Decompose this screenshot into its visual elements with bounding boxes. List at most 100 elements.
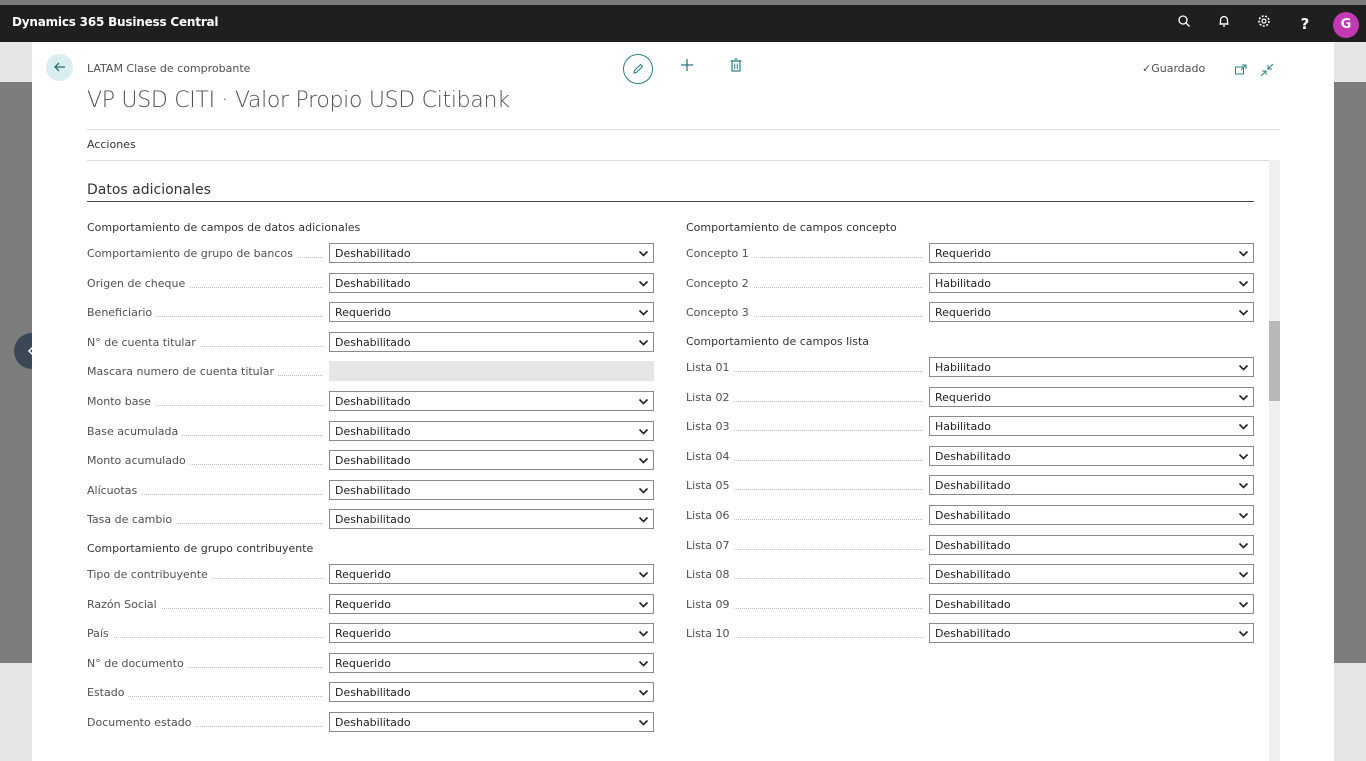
section-title[interactable]: Datos adicionales	[87, 182, 211, 198]
back-arrow-icon[interactable]	[46, 54, 73, 81]
field-row: País Requerido	[87, 623, 654, 645]
field-select[interactable]: Deshabilitado	[929, 564, 1254, 587]
field-label: Lista 06	[686, 505, 923, 527]
chevron-down-icon	[638, 274, 649, 296]
new-plus-icon[interactable]	[679, 56, 695, 80]
select-value: Requerido	[335, 597, 391, 611]
field-label: Razón Social	[87, 594, 323, 616]
field-select[interactable]: Deshabilitado	[929, 623, 1254, 644]
select-value: Deshabilitado	[335, 716, 411, 729]
field-select[interactable]: Deshabilitado	[329, 682, 654, 703]
field-select[interactable]: Requerido	[929, 243, 1254, 263]
field-select[interactable]: Deshabilitado	[929, 445, 1254, 469]
group-title-lista: Comportamiento de campos lista	[686, 335, 870, 348]
select-value: Habilitado	[935, 420, 991, 434]
field-label: Lista 02	[686, 387, 923, 409]
select-value: Deshabilitado	[335, 276, 411, 290]
field-select[interactable]: Deshabilitado	[929, 593, 1254, 614]
field-label: Concepto 2	[686, 273, 923, 295]
field-select[interactable]: Habilitado	[929, 416, 1254, 437]
field-row: Documento estado Deshabilitado	[87, 712, 654, 734]
group-title-datos: Comportamiento de campos de datos adicio…	[87, 221, 361, 234]
edit-pencil-icon[interactable]	[623, 54, 653, 84]
field-label: País	[87, 623, 323, 645]
select-value: Requerido	[335, 306, 391, 320]
select-value: Requerido	[335, 627, 391, 641]
field-select[interactable]: Deshabilitado	[329, 391, 654, 411]
field-row: Lista 01 Habilitado	[686, 357, 1254, 379]
field-select[interactable]: Deshabilitado	[329, 712, 654, 732]
select-value: Deshabilitado	[935, 479, 1011, 493]
field-select[interactable]: Requerido	[329, 652, 654, 673]
field-select[interactable]: Deshabilitado	[329, 479, 654, 500]
field-label: Alícuotas	[87, 480, 323, 502]
field-select[interactable]: Requerido	[329, 623, 654, 644]
scrollbar-thumb[interactable]	[1269, 321, 1280, 401]
field-row: Monto acumulado Deshabilitado	[87, 450, 654, 472]
field-select[interactable]: Requerido	[329, 302, 654, 325]
field-label: Origen de cheque	[87, 273, 323, 295]
field-label: Base acumulada	[87, 421, 323, 443]
field-select[interactable]: Habilitado	[929, 357, 1254, 377]
field-select[interactable]: Requerido	[329, 593, 654, 614]
select-value: Deshabilitado	[935, 509, 1011, 522]
select-value: Deshabilitado	[935, 597, 1011, 611]
field-select[interactable]: Deshabilitado	[329, 272, 654, 296]
select-value: Requerido	[335, 568, 391, 581]
record-card: LATAM Clase de comprobante VP USD CITI ·…	[32, 42, 1334, 761]
select-value: Requerido	[335, 656, 391, 670]
app-bar: Dynamics 365 Business Central ? G	[0, 5, 1366, 42]
page-title: VP USD CITI · Valor Propio USD Citibank	[87, 88, 510, 113]
search-icon[interactable]	[1174, 14, 1194, 34]
field-label: Beneficiario	[87, 302, 323, 324]
divider	[87, 160, 1280, 161]
field-select[interactable]: Deshabilitado	[329, 420, 654, 441]
field-row: Lista 08 Deshabilitado	[686, 564, 1254, 586]
chevron-down-icon	[638, 303, 649, 325]
field-select[interactable]: Deshabilitado	[329, 243, 654, 263]
select-value: Deshabilitado	[935, 449, 1011, 463]
bell-icon[interactable]	[1214, 14, 1234, 34]
open-new-window-icon[interactable]	[1234, 60, 1248, 84]
app-title: Dynamics 365 Business Central	[12, 15, 219, 29]
field-row: Base acumulada Deshabilitado	[87, 420, 654, 443]
field-label: Estado	[87, 682, 323, 704]
field-label: Lista 09	[686, 594, 923, 616]
field-select[interactable]: Deshabilitado	[929, 475, 1254, 496]
field-select[interactable]: Requerido	[329, 564, 654, 584]
chevron-down-icon	[638, 510, 649, 532]
chevron-down-icon	[1238, 506, 1249, 528]
group-title-contribuyente: Comportamiento de grupo contribuyente	[87, 542, 314, 555]
help-icon[interactable]: ?	[1295, 14, 1315, 34]
field-select[interactable]: Deshabilitado	[929, 534, 1254, 555]
field-select[interactable]: Requerido	[929, 302, 1254, 325]
select-value: Deshabilitado	[935, 627, 1011, 641]
chevron-down-icon	[1238, 388, 1249, 410]
field-row: Tipo de contribuyente Requerido	[87, 564, 654, 586]
gear-icon[interactable]	[1254, 14, 1274, 34]
chevron-down-icon	[638, 713, 649, 735]
select-value: Deshabilitado	[935, 538, 1011, 552]
delete-trash-icon[interactable]	[729, 56, 743, 80]
field-select[interactable]: Deshabilitado	[329, 331, 654, 355]
chevron-down-icon	[638, 333, 649, 355]
field-row: Lista 06 Deshabilitado	[686, 505, 1254, 527]
chevron-down-icon	[1238, 565, 1249, 587]
field-select[interactable]: Deshabilitado	[929, 505, 1254, 525]
field-select[interactable]: Habilitado	[929, 272, 1254, 293]
chevron-down-icon	[1238, 447, 1249, 469]
avatar[interactable]: G	[1333, 12, 1359, 38]
field-label: Lista 01	[686, 357, 923, 379]
field-select[interactable]: Deshabilitado	[329, 450, 654, 471]
field-row: Lista 09 Deshabilitado	[686, 593, 1254, 616]
field-label: Lista 05	[686, 475, 923, 497]
actions-menu[interactable]: Acciones	[87, 138, 136, 151]
field-select[interactable]: Deshabilitado	[329, 509, 654, 532]
field-row: Concepto 3 Requerido	[686, 302, 1254, 324]
scrollbar-track[interactable]	[1269, 160, 1280, 761]
field-label: Lista 04	[686, 446, 923, 468]
chevron-down-icon	[1238, 303, 1249, 325]
field-label: Comportamiento de grupo de bancos	[87, 243, 323, 265]
field-select[interactable]: Requerido	[929, 386, 1254, 410]
collapse-icon[interactable]	[1260, 60, 1274, 84]
